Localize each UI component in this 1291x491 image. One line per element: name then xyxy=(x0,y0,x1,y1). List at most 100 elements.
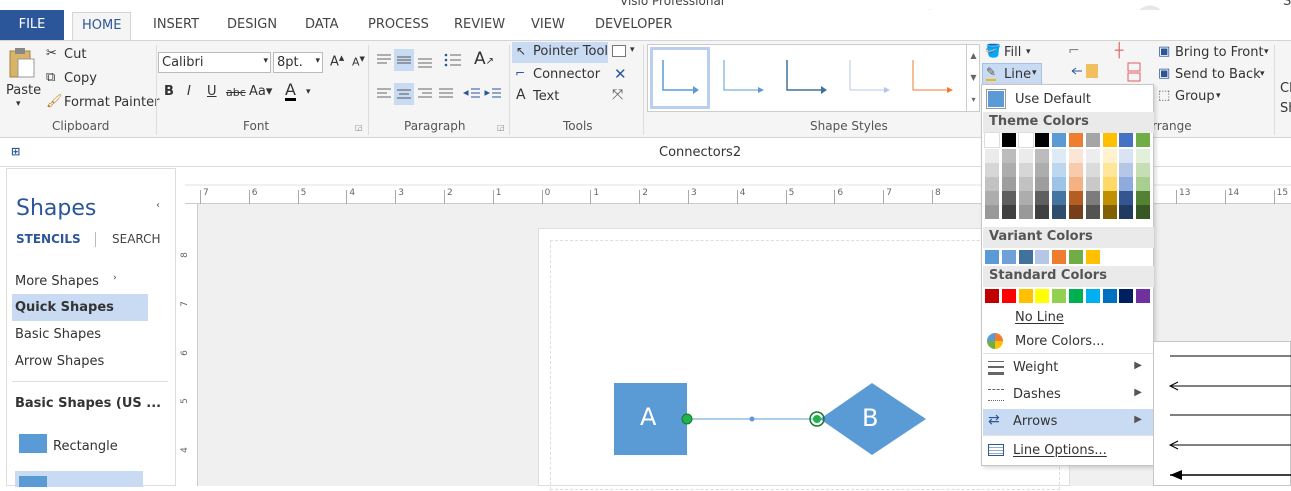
theme-color-swatch[interactable] xyxy=(1136,177,1151,191)
theme-color-swatch[interactable] xyxy=(1136,133,1151,147)
group-icon[interactable]: ⬚ xyxy=(1158,88,1170,103)
bring-front-dropdown-icon[interactable]: ▾ xyxy=(1264,47,1269,57)
copy-button[interactable]: Copy xyxy=(64,71,97,86)
bullets-icon[interactable] xyxy=(444,51,462,69)
connector-style-5[interactable] xyxy=(907,50,963,106)
align-top-icon[interactable] xyxy=(375,51,393,69)
tab-process[interactable]: PROCESS xyxy=(368,17,429,32)
next-shape-icon[interactable] xyxy=(19,476,47,487)
more-shapes-chevron-icon[interactable]: › xyxy=(113,273,117,283)
basic-shapes-item[interactable]: Basic Shapes xyxy=(15,327,101,342)
grow-font-icon[interactable]: A▲ xyxy=(330,54,344,69)
theme-color-swatch[interactable] xyxy=(1136,191,1151,205)
theme-color-swatch[interactable] xyxy=(1085,177,1100,191)
standard-color-swatch[interactable] xyxy=(1052,289,1067,303)
theme-color-swatch[interactable] xyxy=(1119,133,1134,147)
theme-color-swatch[interactable] xyxy=(1102,191,1117,205)
theme-color-swatch[interactable] xyxy=(1035,191,1050,205)
variant-color-swatch[interactable] xyxy=(1018,250,1033,264)
fill-button[interactable]: Fill xyxy=(1004,45,1021,60)
tab-developer[interactable]: DEVELOPER xyxy=(595,17,672,32)
shape-a[interactable]: A xyxy=(614,383,687,455)
no-line-item[interactable]: No Line xyxy=(983,306,1154,332)
theme-color-swatch[interactable] xyxy=(1052,149,1067,163)
font-name-combo[interactable]: Calibri ▾ xyxy=(158,52,271,73)
variant-color-swatch[interactable] xyxy=(1001,250,1016,264)
theme-color-swatch[interactable] xyxy=(1069,133,1083,147)
theme-color-swatch[interactable] xyxy=(1069,177,1083,191)
theme-color-swatch[interactable] xyxy=(1018,149,1033,163)
shrink-font-icon[interactable]: A▼ xyxy=(352,55,365,69)
align-shapes-icon[interactable]: ┼ xyxy=(1115,43,1123,59)
theme-color-swatch[interactable] xyxy=(1017,132,1034,148)
theme-color-swatch[interactable] xyxy=(1102,177,1117,191)
standard-color-swatch[interactable] xyxy=(1069,289,1083,303)
tab-file[interactable]: FILE xyxy=(0,10,64,40)
text-tool-icon[interactable]: A xyxy=(516,87,526,103)
font-size-combo[interactable]: 8pt. ▾ xyxy=(273,52,323,73)
theme-color-swatch[interactable] xyxy=(1069,191,1083,205)
theme-color-swatch[interactable] xyxy=(1001,177,1016,191)
cut-off-button-1[interactable]: Ch xyxy=(1280,81,1291,96)
variant-color-swatch[interactable] xyxy=(985,250,999,264)
standard-color-swatch[interactable] xyxy=(1102,289,1117,303)
dashes-item[interactable]: Dashes ▶ xyxy=(983,382,1154,408)
bring-to-front-button[interactable]: Bring to Front xyxy=(1175,45,1264,60)
tab-review[interactable]: REVIEW xyxy=(454,17,505,32)
theme-color-swatch[interactable] xyxy=(1052,191,1067,205)
variant-color-swatch[interactable] xyxy=(1085,250,1100,264)
font-dialog-launcher-icon[interactable]: ◲ xyxy=(355,123,363,132)
theme-color-swatch[interactable] xyxy=(1001,191,1016,205)
theme-color-swatch[interactable] xyxy=(1018,177,1033,191)
standard-color-swatch[interactable] xyxy=(1001,289,1016,303)
theme-color-swatch[interactable] xyxy=(985,163,999,177)
theme-color-swatch[interactable] xyxy=(1085,149,1100,163)
standard-color-swatch[interactable] xyxy=(1018,289,1033,303)
theme-color-swatch[interactable] xyxy=(1018,163,1033,177)
cut-icon[interactable]: ✂ xyxy=(46,46,57,61)
bold-icon[interactable]: B xyxy=(164,84,174,99)
theme-color-swatch[interactable] xyxy=(1119,149,1134,163)
italic-icon[interactable]: I xyxy=(187,84,191,99)
fill-bucket-icon[interactable]: 🪣 xyxy=(985,44,1001,59)
use-default-item[interactable]: Use Default xyxy=(983,86,1154,112)
theme-color-swatch[interactable] xyxy=(1035,163,1050,177)
change-case-icon[interactable]: Aa▾ xyxy=(249,84,272,99)
theme-color-swatch[interactable] xyxy=(985,205,999,219)
quick-shapes-item[interactable]: Quick Shapes xyxy=(15,300,114,315)
connector-style-1[interactable] xyxy=(650,47,710,109)
theme-color-swatch[interactable] xyxy=(1052,163,1067,177)
theme-color-swatch[interactable] xyxy=(1102,205,1117,219)
group-button[interactable]: Group xyxy=(1175,89,1215,104)
pointer-tool-button[interactable]: ↖ Pointer Tool xyxy=(512,42,608,63)
cut-button[interactable]: Cut xyxy=(64,47,86,62)
arrow-style-begin-thin[interactable] xyxy=(1168,440,1291,450)
theme-color-swatch[interactable] xyxy=(1001,163,1016,177)
connector-icon[interactable]: ⌐ xyxy=(515,66,525,80)
font-color-dropdown-icon[interactable]: ▾ xyxy=(306,87,311,97)
tab-data[interactable]: DATA xyxy=(305,17,339,32)
send-back-dropdown-icon[interactable]: ▾ xyxy=(1260,69,1265,79)
rectangle-tool-dropdown-icon[interactable]: ▾ xyxy=(630,45,635,55)
standard-color-swatch[interactable] xyxy=(1035,289,1050,303)
variant-color-swatch[interactable] xyxy=(1069,250,1083,264)
connection-point-icon[interactable]: ⤧ xyxy=(612,87,623,103)
justify-icon[interactable] xyxy=(437,85,455,103)
theme-color-swatch[interactable] xyxy=(985,177,999,191)
underline-icon[interactable]: U xyxy=(207,84,217,99)
theme-color-swatch[interactable] xyxy=(1102,149,1117,163)
theme-color-swatch[interactable] xyxy=(1052,177,1067,191)
copy-icon[interactable]: ⧉ xyxy=(46,70,55,85)
variant-color-swatch[interactable] xyxy=(1052,250,1067,264)
line-button[interactable]: ✎ Line ▾ xyxy=(982,63,1042,85)
theme-color-swatch[interactable] xyxy=(1035,149,1050,163)
theme-color-swatch[interactable] xyxy=(1069,205,1083,219)
paste-icon[interactable] xyxy=(8,47,36,79)
strikethrough-icon[interactable]: abc xyxy=(226,86,246,99)
connector-style-2[interactable] xyxy=(718,50,774,106)
theme-color-swatch[interactable] xyxy=(1035,205,1050,219)
tab-home[interactable]: HOME xyxy=(72,12,132,42)
align-center-icon[interactable] xyxy=(394,83,414,105)
theme-color-swatch[interactable] xyxy=(1001,133,1016,147)
theme-color-swatch[interactable] xyxy=(1102,163,1117,177)
